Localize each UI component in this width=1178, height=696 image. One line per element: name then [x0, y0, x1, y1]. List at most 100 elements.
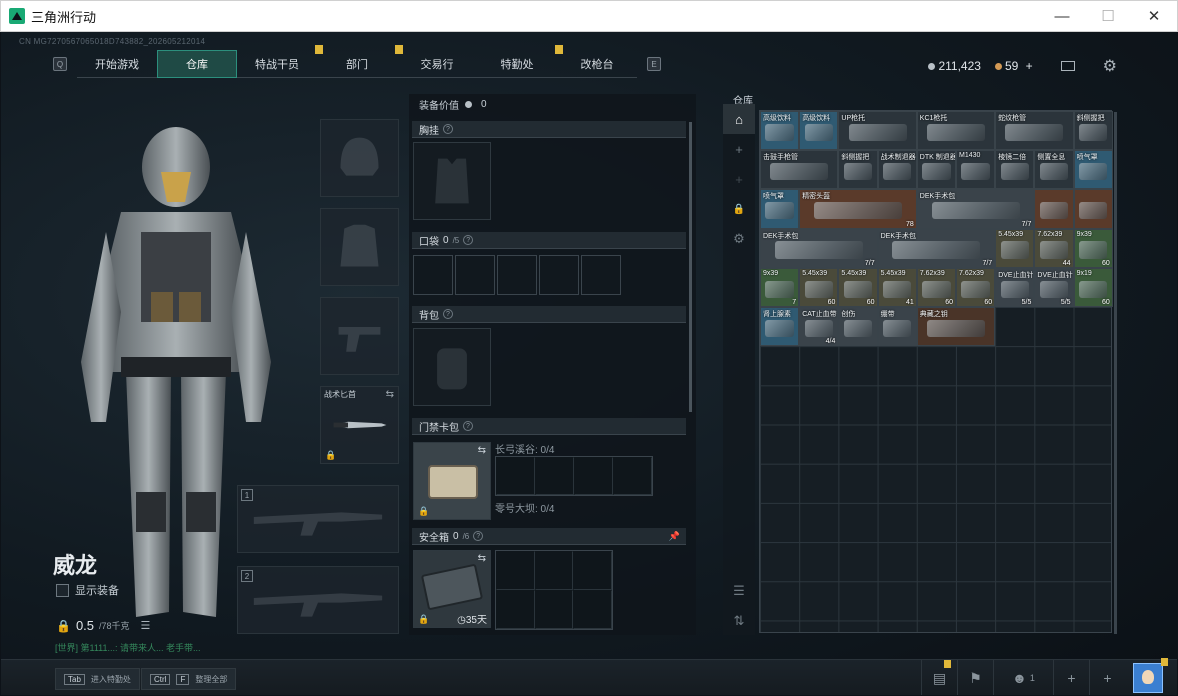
show-gear-toggle[interactable]: 显示装备 — [56, 582, 119, 598]
body-armor-slot[interactable] — [320, 208, 399, 286]
warehouse-item[interactable]: DEK手术包 7/7 — [760, 228, 878, 268]
sidearm-slot[interactable] — [320, 297, 399, 375]
settings-gear-icon[interactable]: ⚙ — [1103, 56, 1117, 76]
warehouse-item[interactable]: 5.45x39 60 — [838, 267, 878, 307]
warehouse-item[interactable]: 5.45x39 41 — [877, 267, 917, 307]
pocket-slot[interactable] — [581, 255, 621, 295]
help-icon[interactable]: ? — [463, 235, 474, 245]
nav-tab[interactable]: 部门 — [317, 45, 403, 78]
stats-icon[interactable]: ▤ — [921, 660, 957, 695]
warehouse-item[interactable]: 5.45x39 60 — [799, 267, 839, 307]
show-gear-checkbox[interactable] — [56, 583, 69, 597]
warehouse-grid[interactable]: 高级饮料 高级饮料 UP枪托 KC1枪托 蛇纹枪管 斜侧握把 击鼓手枪管 斜侧握把 战术制退器 D… — [759, 110, 1113, 633]
nav-tab[interactable]: 特勤处 — [477, 45, 563, 78]
warehouse-item[interactable]: 7.62x39 44 — [1034, 228, 1074, 268]
warehouse-item[interactable]: 9x39 60 — [1073, 228, 1113, 268]
add-currency-button[interactable]: + — [1026, 59, 1033, 73]
nav-tab[interactable]: 交易行 — [397, 50, 477, 78]
help-icon[interactable]: ? — [463, 421, 473, 431]
lock-icon[interactable]: 🔒 — [723, 194, 755, 224]
layers-icon[interactable]: ☰ — [723, 576, 755, 606]
nav-next-key[interactable]: E — [647, 57, 661, 71]
help-icon[interactable]: ? — [443, 309, 453, 319]
warehouse-main-tab-icon[interactable]: ⌂ — [723, 104, 755, 134]
warehouse-item[interactable]: M1430 — [956, 150, 996, 190]
warehouse-item[interactable]: 喷气罩 — [1073, 150, 1113, 190]
warehouse-item[interactable]: CAT止血带 4/4 — [799, 307, 839, 347]
warehouse-item[interactable]: 7.62x39 60 — [916, 267, 956, 307]
warehouse-item[interactable]: 9x19 60 — [1073, 267, 1113, 307]
warehouse-item[interactable]: 9x39 7 — [760, 267, 800, 307]
keycard-case-slot[interactable]: ⇆ 🔒 — [413, 442, 491, 520]
add-warehouse-icon[interactable]: + — [723, 164, 755, 194]
help-icon[interactable]: ? — [473, 531, 484, 541]
warehouse-item[interactable]: DVE止血针 5/5 — [995, 267, 1035, 307]
friends-icon[interactable]: ☻ 1 — [993, 660, 1053, 695]
nav-tab[interactable]: 特战干员 — [237, 45, 323, 78]
equipment-scrollbar[interactable] — [689, 122, 692, 412]
primary-weapon-slot-2[interactable]: 2 — [237, 566, 399, 634]
warehouse-item[interactable]: 绷带 — [877, 307, 917, 347]
mail-icon[interactable] — [1060, 61, 1075, 71]
warehouse-item[interactable]: 高级饮料 — [760, 111, 800, 151]
warehouse-item[interactable]: DEK手术包 7/7 — [877, 228, 996, 268]
warehouse-scrollbar[interactable] — [1114, 112, 1117, 634]
list-icon[interactable]: ☰ — [141, 619, 151, 632]
help-icon[interactable]: ? — [443, 124, 453, 134]
nav-tab[interactable]: 开始游戏 — [77, 50, 157, 78]
helmet-slot[interactable] — [320, 119, 399, 197]
warehouse-item[interactable] — [1034, 189, 1074, 229]
swap-icon[interactable]: ⇆ — [386, 389, 394, 400]
nav-tab[interactable]: 仓库 — [157, 50, 237, 78]
enter-special-ops-button[interactable]: Tab 进入特勤处 — [55, 668, 140, 690]
warehouse-item[interactable]: UP枪托 — [838, 111, 917, 151]
chest-rig-slot[interactable] — [413, 142, 491, 220]
swap-icon[interactable]: ⇆ — [478, 553, 486, 564]
nav-prev-key[interactable]: Q — [53, 57, 67, 71]
warehouse-item[interactable]: 喷气罩 — [760, 189, 800, 229]
add-warehouse-icon[interactable]: + — [723, 134, 755, 164]
warehouse-item[interactable]: 侧置全息 — [1034, 150, 1074, 190]
maximize-icon[interactable]: ☐ — [1085, 1, 1131, 31]
warehouse-item[interactable]: 7.62x39 60 — [956, 267, 996, 307]
warehouse-item[interactable]: 典藏之钥 — [916, 307, 996, 347]
warehouse-item[interactable]: KC1枪托 — [916, 111, 996, 151]
keycard-grid[interactable] — [495, 456, 653, 496]
warehouse-item[interactable]: 斜侧握把 — [1073, 111, 1113, 151]
sort-all-button[interactable]: Ctrl F 整理全部 — [141, 668, 237, 690]
pocket-slot[interactable] — [497, 255, 537, 295]
nav-tab[interactable]: 改枪台 — [557, 50, 637, 78]
warehouse-item[interactable]: 棱镜二倍 — [995, 150, 1035, 190]
flag-icon[interactable]: ⚑ — [957, 660, 993, 695]
melee-slot[interactable]: 战术匕首 ⇆ 🔒 — [320, 386, 399, 464]
warehouse-item[interactable]: 高级饮料 — [799, 111, 839, 151]
warehouse-item[interactable]: DVE止血针 5/5 — [1034, 267, 1074, 307]
pocket-slot[interactable] — [455, 255, 495, 295]
chat-message[interactable]: [世界] 第1111...: 请带来人... 老手带... — [55, 641, 201, 654]
warehouse-item[interactable]: 精密头盔 78 — [799, 189, 917, 229]
safe-box-slot[interactable]: ⇆ 🔒 ◷35天 — [413, 550, 491, 628]
backpack-slot[interactable] — [413, 328, 491, 406]
minimize-icon[interactable]: — — [1039, 1, 1085, 31]
pocket-slot[interactable] — [413, 255, 453, 295]
sort-icon[interactable]: ⇅ — [723, 606, 755, 636]
warehouse-item[interactable] — [1073, 189, 1113, 229]
warehouse-item[interactable]: 击鼓手枪管 — [760, 150, 839, 190]
warehouse-item[interactable]: 斜侧握把 — [838, 150, 878, 190]
warehouse-item[interactable]: DTK 制退器 — [916, 150, 956, 190]
warehouse-item[interactable]: 蛇纹枪管 — [995, 111, 1074, 151]
warehouse-item[interactable]: DEK手术包 7/7 — [916, 189, 1035, 229]
safe-box-grid[interactable] — [495, 550, 613, 630]
settings-icon[interactable]: ⚙ — [723, 224, 755, 254]
warehouse-item[interactable]: 5.45x39 — [995, 228, 1035, 268]
player-avatar[interactable] — [1133, 658, 1168, 693]
warehouse-item[interactable]: 创伤 — [838, 307, 878, 347]
pocket-slot[interactable] — [539, 255, 579, 295]
primary-weapon-slot-1[interactable]: 1 — [237, 485, 399, 553]
add-party-member-icon[interactable]: + — [1089, 660, 1125, 695]
close-icon[interactable]: ✕ — [1131, 1, 1177, 31]
pin-icon[interactable]: 📌 — [669, 531, 680, 542]
warehouse-item[interactable]: 战术制退器 — [877, 150, 917, 190]
warehouse-item[interactable]: 肾上腺素 — [760, 307, 800, 347]
add-party-member-icon[interactable]: + — [1053, 660, 1089, 695]
